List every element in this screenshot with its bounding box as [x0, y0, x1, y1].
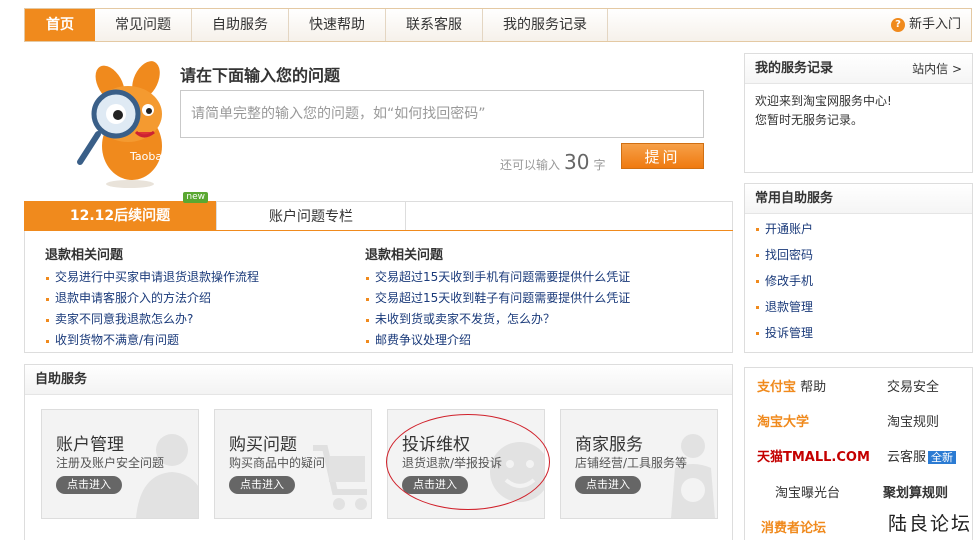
service-record-title: 我的服务记录 — [755, 61, 834, 76]
ask-title: 请在下面输入您的问题 — [180, 66, 341, 85]
tmall-link[interactable]: 天猫TMALL.COM — [757, 446, 870, 465]
issue-link[interactable]: 卖家不同意我退款怎么办? — [45, 309, 365, 330]
issue-link[interactable]: 收到货物不满意/有问题 — [45, 330, 365, 351]
issue-link[interactable]: 交易进行中买家申请退货退款操作流程 — [45, 267, 365, 288]
forum-watermark: 陆良论坛 — [887, 513, 972, 535]
card-title: 商家服务 — [575, 435, 643, 455]
new-tag: 全新 — [928, 451, 957, 464]
question-icon: ? — [890, 18, 905, 32]
inbox-link[interactable]: 站内信 > — [912, 54, 962, 83]
self-service-link[interactable]: 找回密码 — [755, 242, 962, 268]
newbie-guide-link[interactable]: ? 新手入门 — [890, 9, 961, 41]
welcome-text: 欢迎来到淘宝网服务中心! — [755, 94, 892, 108]
trade-safety-link[interactable]: 交易安全 — [887, 376, 939, 395]
self-service-link[interactable]: 修改手机 — [755, 268, 962, 294]
hot-issues-panel: 12.12后续问题 new 账户问题专栏 退款相关问题 交易进行中买家申请退货退… — [24, 192, 733, 353]
tab-my-records[interactable]: 我的服务记录 — [483, 9, 608, 41]
card-purchase-issues[interactable]: 购买问题 购买商品中的疑问 点击进入 — [214, 409, 372, 519]
card-subtitle: 退货退款/举报投诉 — [402, 456, 503, 470]
alipay-logo: 支付宝 — [757, 380, 797, 395]
merchant-icon — [671, 434, 715, 518]
column-title: 退款相关问题 — [45, 248, 124, 263]
person-icon — [136, 434, 198, 518]
issues-column-1: 退款相关问题 交易进行中买家申请退货退款操作流程 退款申请客服介入的方法介绍 卖… — [45, 244, 365, 351]
issue-link[interactable]: 交易超过15天收到鞋子有问题需要提供什么凭证 — [365, 288, 685, 309]
card-title: 投诉维权 — [402, 435, 470, 455]
enter-button[interactable]: 点击进入 — [575, 476, 641, 494]
card-title: 购买问题 — [229, 435, 297, 455]
issue-link[interactable]: 交易超过15天收到手机有问题需要提供什么凭证 — [365, 267, 685, 288]
smiley-icon — [490, 442, 544, 502]
remain-prefix: 还可以输入 — [500, 158, 561, 172]
column-title: 退款相关问题 — [365, 248, 444, 263]
common-self-service-box: 常用自助服务 开通账户 找回密码 修改手机 退款管理 投诉管理 — [744, 183, 973, 353]
remaining-count: 还可以输入 30 字 — [500, 150, 605, 174]
cloud-service-label: 云客服 — [887, 450, 927, 465]
common-self-service-list: 开通账户 找回密码 修改手机 退款管理 投诉管理 — [745, 214, 972, 348]
tab-1212-issues[interactable]: 12.12后续问题 new — [24, 192, 216, 231]
alipay-help-link[interactable]: 支付宝 帮助 — [757, 376, 826, 395]
taobao-rules-link[interactable]: 淘宝规则 — [887, 411, 939, 430]
tab-contact[interactable]: 联系客服 — [386, 9, 483, 41]
cart-icon — [313, 445, 367, 510]
new-badge: new — [183, 192, 208, 203]
issue-link[interactable]: 邮费争议处理介绍 — [365, 330, 685, 351]
card-subtitle: 购买商品中的疑问 — [229, 456, 326, 470]
issues-tabbar: 12.12后续问题 new 账户问题专栏 — [24, 192, 733, 231]
issue-link[interactable]: 未收到货或卖家不发货，怎么办？ — [365, 309, 685, 330]
self-service-link[interactable]: 开通账户 — [755, 216, 962, 242]
ask-button[interactable]: 提问 — [621, 143, 704, 169]
enter-button[interactable]: 点击进入 — [402, 476, 468, 494]
card-complaints[interactable]: 投诉维权 退货退款/举报投诉 点击进入 — [387, 409, 545, 519]
self-service-panel: 自助服务 账户管理 注册及账户安全问题 点击进入 购买问题 购买商品中的疑问 点… — [24, 364, 733, 540]
exposure-link[interactable]: 淘宝曝光台 — [775, 482, 840, 501]
top-nav: 首页 常见问题 自助服务 快速帮助 联系客服 我的服务记录 ? 新手入门 — [24, 8, 972, 42]
tab-self-service[interactable]: 自助服务 — [192, 9, 289, 41]
self-service-link[interactable]: 退款管理 — [755, 294, 962, 320]
issue-link[interactable]: 退款申请客服介入的方法介绍 — [45, 288, 365, 309]
card-account-management[interactable]: 账户管理 注册及账户安全问题 点击进入 — [41, 409, 199, 519]
alipay-help-label: 帮助 — [800, 380, 827, 395]
card-subtitle: 店铺经营/工具服务等 — [575, 456, 688, 470]
service-record-box: 我的服务记录 站内信 > 欢迎来到淘宝网服务中心! 您暂时无服务记录。 — [744, 53, 973, 173]
enter-button[interactable]: 点击进入 — [56, 476, 122, 494]
cloud-service-link[interactable]: 云客服 全新 — [887, 446, 957, 465]
mascot-illustration: Taobao — [77, 61, 169, 188]
self-service-title: 自助服务 — [25, 365, 732, 395]
card-merchant-services[interactable]: 商家服务 店铺经营/工具服务等 点击进入 — [560, 409, 718, 519]
mascot-text: Taobao — [129, 150, 169, 163]
common-self-service-header: 常用自助服务 — [745, 184, 972, 214]
tab-account-issues[interactable]: 账户问题专栏 — [216, 201, 406, 230]
tab-quick-help[interactable]: 快速帮助 — [289, 9, 386, 41]
self-service-link[interactable]: 投诉管理 — [755, 320, 962, 346]
consumer-forum-link[interactable]: 消费者论坛 — [761, 517, 826, 536]
service-record-header: 我的服务记录 站内信 > — [745, 54, 972, 84]
remain-number: 30 — [564, 150, 590, 174]
card-title: 账户管理 — [56, 435, 124, 455]
issues-column-2: 退款相关问题 交易超过15天收到手机有问题需要提供什么凭证 交易超过15天收到鞋… — [365, 244, 685, 351]
tab-home[interactable]: 首页 — [25, 9, 95, 41]
tab-1212-label: 12.12后续问题 — [69, 208, 171, 224]
taobao-university-link[interactable]: 淘宝大学 — [757, 411, 809, 430]
remain-suffix: 字 — [593, 158, 606, 172]
tab-faq[interactable]: 常见问题 — [95, 9, 192, 41]
card-subtitle: 注册及账户安全问题 — [56, 456, 165, 470]
enter-button[interactable]: 点击进入 — [229, 476, 295, 494]
no-record-text: 您暂时无服务记录。 — [755, 113, 864, 127]
juhuasuan-rules-link[interactable]: 聚划算规则 — [883, 482, 948, 501]
service-record-body: 欢迎来到淘宝网服务中心! 您暂时无服务记录。 — [745, 84, 972, 138]
question-input[interactable] — [180, 90, 704, 138]
newbie-guide-label: 新手入门 — [908, 17, 961, 32]
common-self-service-title: 常用自助服务 — [755, 191, 834, 206]
